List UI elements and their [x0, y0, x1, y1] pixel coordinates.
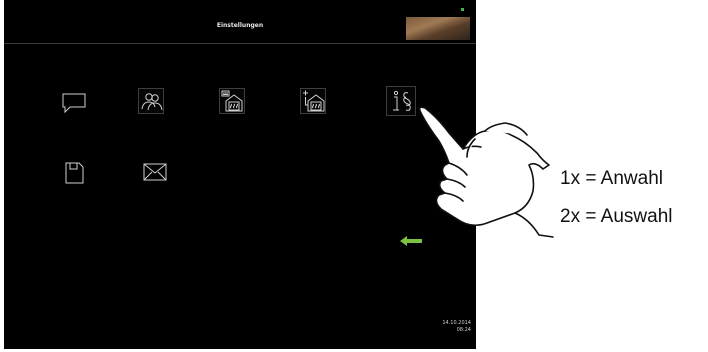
- sauna-settings-icon[interactable]: [219, 88, 245, 114]
- users-icon[interactable]: [138, 88, 164, 114]
- status-led: [461, 8, 464, 11]
- date-label: 14.10.2014: [442, 320, 471, 326]
- info-legal-icon[interactable]: [386, 86, 416, 116]
- time-label: 08:24: [456, 327, 471, 333]
- date-time: 14.10.2014 08:24: [442, 320, 471, 334]
- messages-icon[interactable]: [59, 88, 89, 118]
- pointing-hand-illustration: [415, 95, 555, 250]
- mail-icon[interactable]: [140, 158, 170, 188]
- instruction-line-1: 1x = Anwahl: [560, 168, 663, 189]
- device-screen: Einstellungen 14.10.2014 08:24: [4, 0, 476, 349]
- sauna-thumbnail[interactable]: [406, 8, 470, 40]
- instruction-line-2: 2x = Auswahl: [560, 206, 673, 227]
- save-icon[interactable]: [59, 158, 89, 188]
- top-bar: Einstellungen: [4, 0, 476, 44]
- add-sauna-icon[interactable]: [300, 88, 326, 114]
